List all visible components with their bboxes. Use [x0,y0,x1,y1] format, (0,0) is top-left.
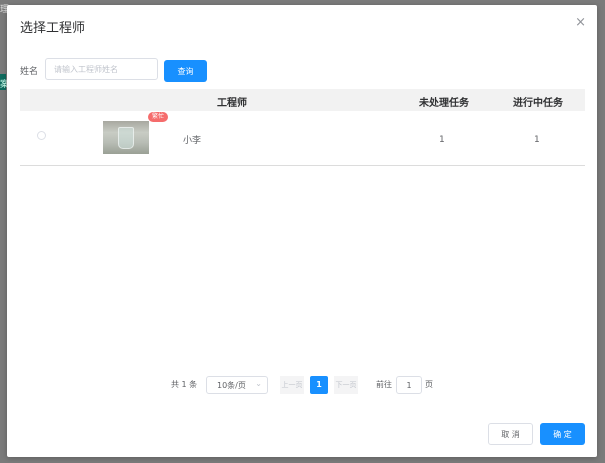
in-progress-count: 1 [534,135,540,145]
table-row[interactable]: 繁忙 小李 1 1 [20,89,585,166]
page-size-value: 10条/页 [217,381,246,390]
page-size-select[interactable]: 10条/页 ⌄ [206,376,268,394]
engineer-table: 工程师 未处理任务 进行中任务 繁忙 小李 1 1 [20,89,585,166]
prev-page-button[interactable]: 上一页 [280,376,304,394]
page-suffix: 页 [425,380,433,389]
cancel-button[interactable]: 取 消 [488,423,533,445]
confirm-button[interactable]: 确 定 [540,423,585,445]
query-button[interactable]: 查询 [164,60,207,82]
next-page-button[interactable]: 下一页 [334,376,358,394]
goto-page-input[interactable] [396,376,422,394]
chevron-down-icon: ⌄ [255,379,262,388]
select-engineer-dialog: 选择工程师 × 姓名 查询 工程师 未处理任务 进行中任务 繁忙 小李 1 1 … [7,5,597,457]
dialog-title: 选择工程师 [20,21,86,36]
pagination: 共 1 条 10条/页 ⌄ 上一页 1 下一页 前往 页 [7,376,597,396]
row-select-radio[interactable] [37,131,46,140]
engineer-name-input[interactable] [45,58,158,80]
current-page[interactable]: 1 [310,376,328,394]
name-label: 姓名 [20,67,39,77]
busy-badge: 繁忙 [148,112,169,122]
pending-count: 1 [439,135,445,145]
close-icon[interactable]: × [575,15,586,30]
goto-label: 前往 [376,380,392,389]
total-count: 共 1 条 [171,380,198,389]
engineer-avatar [103,121,149,154]
engineer-name: 小李 [183,136,202,146]
